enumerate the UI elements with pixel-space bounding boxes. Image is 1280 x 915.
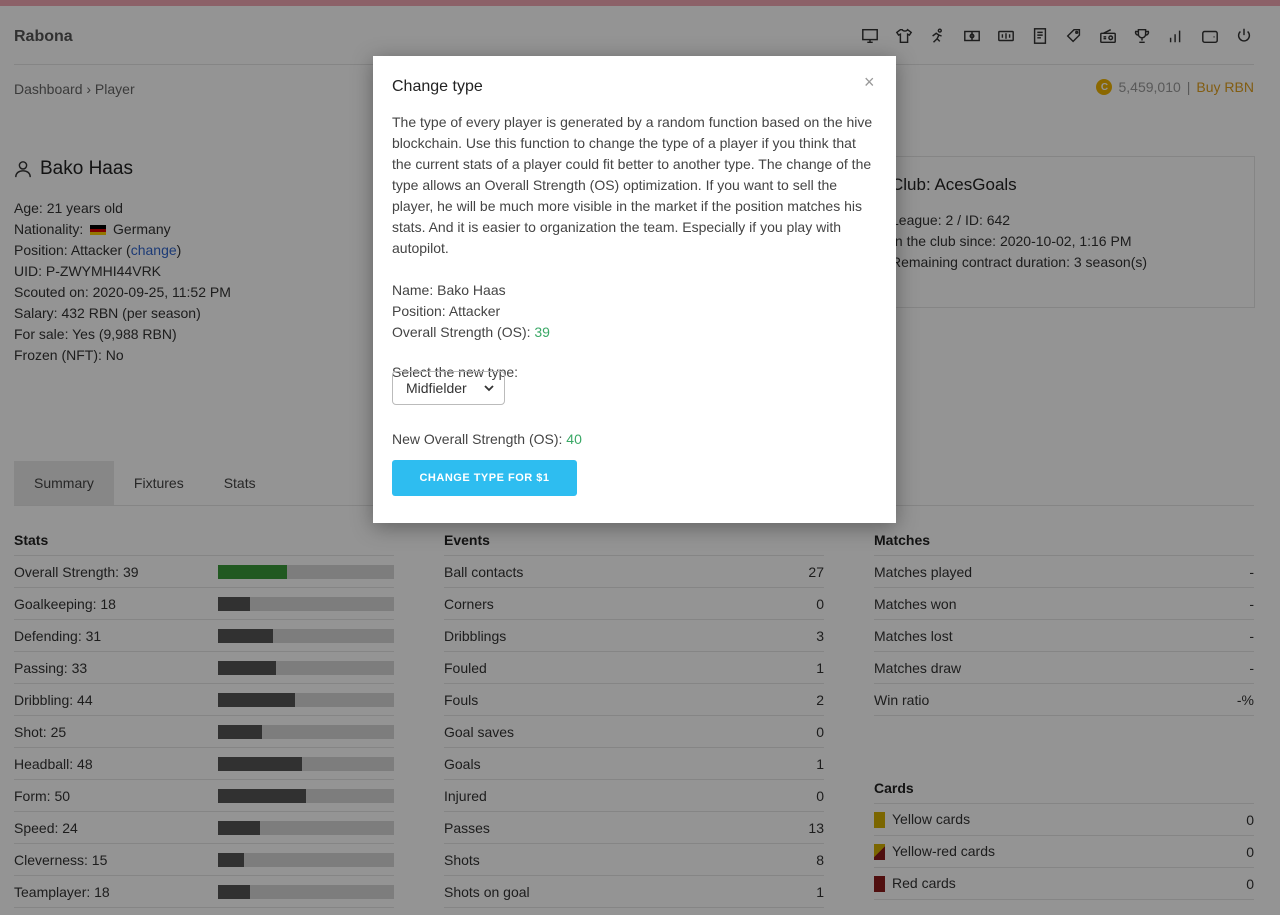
change-type-button[interactable]: CHANGE TYPE FOR $1 — [392, 460, 577, 496]
modal-os-value: 39 — [534, 324, 550, 340]
modal-new-os: New Overall Strength (OS): 40 — [392, 431, 582, 447]
modal-new-os-label: New Overall Strength (OS): — [392, 431, 563, 447]
modal-body: The type of every player is generated by… — [392, 112, 877, 383]
modal-player-position: Position: Attacker — [392, 303, 501, 319]
modal-title: Change type — [392, 78, 483, 95]
type-select[interactable]: Midfielder — [392, 371, 505, 405]
close-icon[interactable]: × — [864, 72, 875, 93]
modal-player-name: Name: Bako Haas — [392, 282, 506, 298]
modal-description: The type of every player is generated by… — [392, 114, 873, 256]
modal-new-os-value: 40 — [566, 431, 582, 447]
type-select-value: Midfielder — [406, 380, 467, 396]
modal-os-label: Overall Strength (OS): — [392, 324, 531, 340]
chevron-down-icon — [484, 385, 494, 392]
modal-os: Overall Strength (OS): 39 — [392, 322, 877, 343]
change-type-modal: Change type × The type of every player i… — [373, 56, 896, 523]
